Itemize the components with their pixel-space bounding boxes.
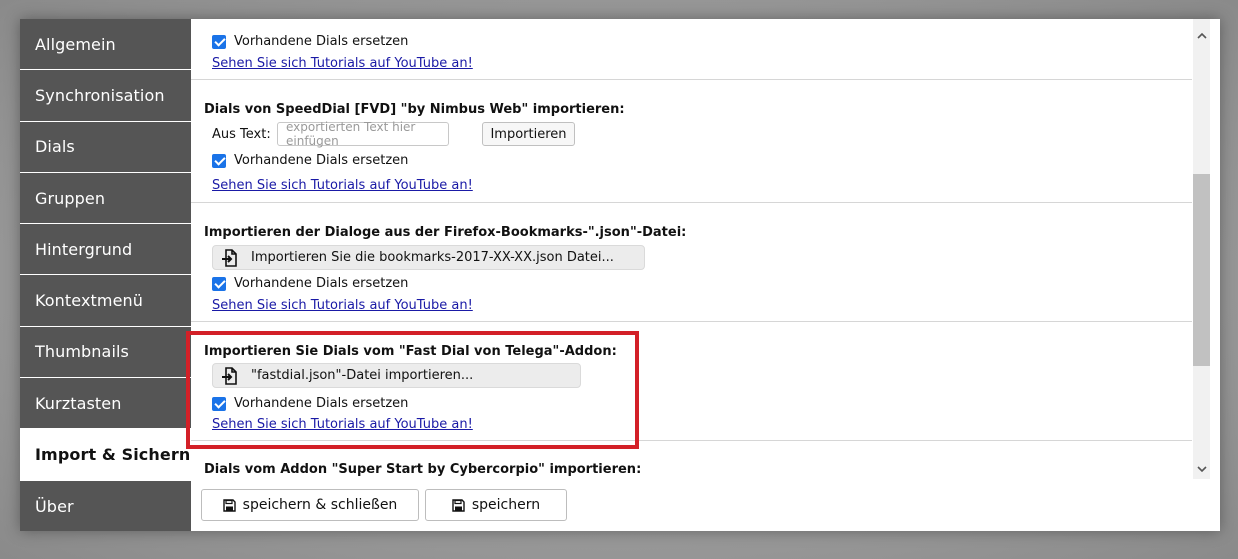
file-button-label: "fastdial.json"-Datei importieren... [251, 368, 474, 383]
replace-dials-checkbox-row[interactable]: Vorhandene Dials ersetzen [212, 396, 408, 411]
floppy-disk-icon [452, 498, 465, 512]
section-top: Vorhandene Dials ersetzen Sehen Sie sich… [191, 19, 1192, 80]
section-fast-dial: Importieren Sie Dials vom "Fast Dial von… [191, 322, 1192, 441]
scrollbar-thumb[interactable] [1193, 174, 1210, 366]
sidebar-item-label: Kurztasten [35, 393, 122, 413]
sidebar-item-label: Allgemein [35, 34, 116, 54]
checkbox-checked[interactable] [212, 396, 226, 411]
youtube-tutorial-link[interactable]: Sehen Sie sich Tutorials auf YouTube an! [212, 56, 473, 71]
sidebar-item-label: Kontextmenü [35, 291, 144, 311]
section-title: Dials vom Addon "Super Start by Cybercor… [204, 462, 642, 477]
sidebar-item-label: Thumbnails [35, 342, 129, 362]
sidebar-item-label: Import & Sichern [35, 445, 191, 465]
import-bookmarks-file-button[interactable]: Importieren Sie die bookmarks-2017-XX-XX… [212, 245, 645, 270]
checkbox-label: Vorhandene Dials ersetzen [234, 396, 409, 411]
replace-dials-checkbox-row[interactable]: Vorhandene Dials ersetzen [212, 34, 408, 49]
sidebar-item-label: Über [35, 496, 74, 516]
content-panel: Vorhandene Dials ersetzen Sehen Sie sich… [191, 19, 1220, 479]
sidebar-item-label: Dials [35, 137, 75, 157]
file-import-icon [222, 248, 237, 267]
sidebar-item-thumbnails[interactable]: Thumbnails [20, 327, 191, 379]
sidebar-item-label: Hintergrund [35, 239, 133, 259]
section-speeddial: Dials von SpeedDial [FVD] "by Nimbus Web… [191, 80, 1192, 203]
checkbox-checked[interactable] [212, 153, 226, 168]
sidebar-item-kurztasten[interactable]: Kurztasten [20, 378, 191, 430]
sidebar-item-kontextmenue[interactable]: Kontextmenü [20, 275, 191, 327]
import-fastdial-file-button[interactable]: "fastdial.json"-Datei importieren... [212, 363, 581, 388]
from-text-label: Aus Text: [212, 127, 271, 142]
import-text-input[interactable]: exportierten Text hier einfügen [277, 120, 449, 148]
checkbox-checked[interactable] [212, 276, 226, 291]
file-import-icon [222, 366, 237, 385]
sidebar-item-dials[interactable]: Dials [20, 122, 191, 173]
section-title: Dials von SpeedDial [FVD] "by Nimbus Web… [204, 102, 625, 117]
save-close-label: speichern & schließen [242, 497, 398, 513]
youtube-tutorial-link[interactable]: Sehen Sie sich Tutorials auf YouTube an! [212, 417, 473, 432]
sidebar-item-import-sichern[interactable]: Import & Sichern [20, 429, 191, 481]
sidebar-item-allgemein[interactable]: Allgemein [20, 19, 191, 71]
chevron-down-icon[interactable] [1193, 460, 1210, 477]
youtube-tutorial-link[interactable]: Sehen Sie sich Tutorials auf YouTube an! [212, 298, 473, 313]
replace-dials-checkbox-row[interactable]: Vorhandene Dials ersetzen [212, 153, 408, 168]
chevron-up-icon[interactable] [1193, 27, 1210, 44]
replace-dials-checkbox-row[interactable]: Vorhandene Dials ersetzen [212, 276, 408, 291]
save-button[interactable]: speichern [425, 489, 567, 521]
settings-dialog: Allgemein Synchronisation Dials Gruppen … [20, 19, 1220, 531]
sidebar-item-synchronisation[interactable]: Synchronisation [20, 70, 191, 122]
sidebar-item-label: Synchronisation [35, 85, 165, 105]
sidebar: Allgemein Synchronisation Dials Gruppen … [20, 19, 191, 531]
save-label: speichern [471, 497, 541, 513]
checkbox-label: Vorhandene Dials ersetzen [234, 153, 409, 168]
save-close-button[interactable]: speichern & schließen [201, 489, 419, 521]
section-title: Importieren der Dialoge aus der Firefox-… [204, 225, 687, 240]
section-super-start: Dials vom Addon "Super Start by Cybercor… [191, 441, 1192, 479]
sidebar-item-ueber[interactable]: Über [20, 481, 191, 532]
sidebar-item-label: Gruppen [35, 188, 106, 208]
floppy-disk-icon [222, 498, 236, 512]
checkbox-label: Vorhandene Dials ersetzen [234, 34, 409, 49]
checkbox-checked[interactable] [212, 34, 226, 49]
section-firefox-bookmarks: Importieren der Dialoge aus der Firefox-… [191, 203, 1192, 322]
import-button[interactable]: Importieren [482, 122, 575, 146]
checkbox-label: Vorhandene Dials ersetzen [234, 276, 409, 291]
section-title: Importieren Sie Dials vom "Fast Dial von… [204, 344, 617, 359]
sidebar-item-gruppen[interactable]: Gruppen [20, 173, 191, 225]
youtube-tutorial-link[interactable]: Sehen Sie sich Tutorials auf YouTube an! [212, 178, 473, 193]
file-button-label: Importieren Sie die bookmarks-2017-XX-XX… [251, 250, 614, 265]
scroll-area: Vorhandene Dials ersetzen Sehen Sie sich… [191, 19, 1192, 479]
sidebar-item-hintergrund[interactable]: Hintergrund [20, 224, 191, 276]
